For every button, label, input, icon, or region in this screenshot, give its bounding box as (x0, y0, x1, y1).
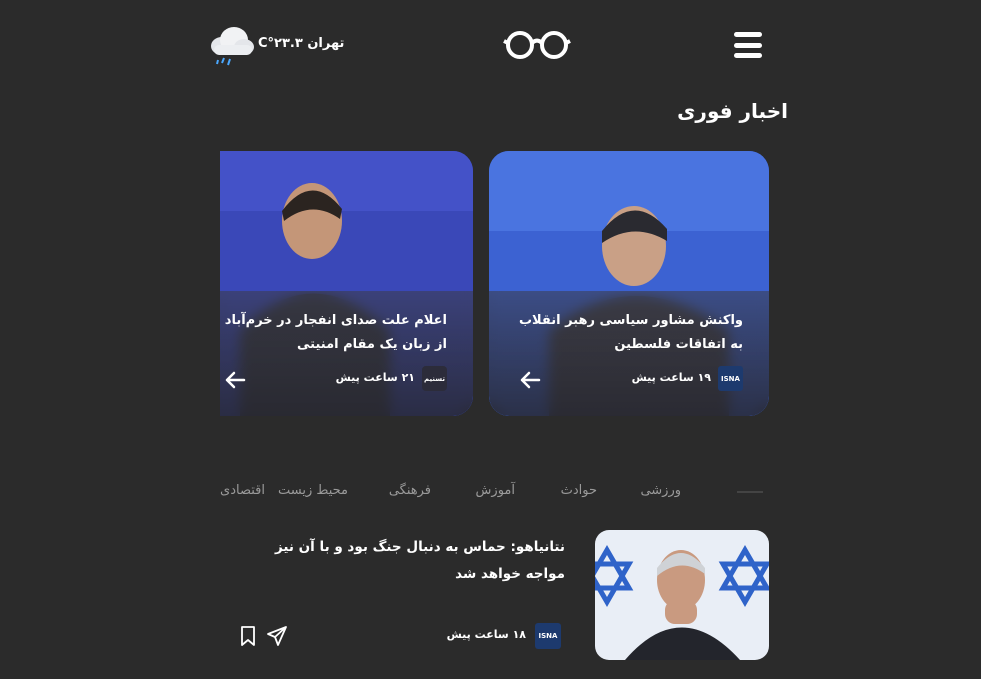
news-item[interactable]: نتانیاهو: حماس به دنبال جنگ بود و با آن … (220, 530, 769, 660)
category-tabs: ورزشی حوادث آموزش فرهنگی محیط زیست اقتصا… (0, 483, 981, 503)
breaking-news-title: اخبار فوری (677, 99, 788, 123)
news-time: ۱۸ ساعت پیش (446, 628, 526, 641)
bookmark-icon[interactable] (238, 625, 258, 647)
tab-culture[interactable]: فرهنگی (389, 483, 431, 498)
card-time: ۱۹ ساعت پیش (631, 371, 711, 384)
weather-text: تهران ۲۳.۳°C (258, 36, 345, 51)
tab-sports[interactable]: ورزشی (640, 483, 681, 498)
cloud-rain-icon (211, 27, 254, 66)
tab-environment[interactable]: محیط زیست (278, 483, 348, 498)
news-thumbnail[interactable] (595, 530, 769, 660)
card-title[interactable]: واکنش مشاور سیاسی رهبر انقلاب به اتفاقات… (513, 309, 743, 357)
news-title[interactable]: نتانیاهو: حماس به دنبال جنگ بود و با آن … (245, 534, 565, 588)
source-logo: ISNA (718, 366, 743, 391)
header: تهران ۲۳.۳°C (0, 0, 981, 90)
card-time: ۲۱ ساعت پیش (335, 371, 415, 384)
weather-widget: تهران ۲۳.۳°C (208, 24, 344, 68)
breaking-card[interactable]: اعلام علت صدای انفجار در خرم‌آباد از زبا… (220, 151, 473, 416)
send-icon[interactable] (266, 625, 288, 647)
source-logo: ISNA (535, 623, 561, 649)
hamburger-menu-icon[interactable] (733, 30, 763, 60)
arrow-left-icon[interactable] (224, 369, 246, 391)
arrow-left-icon[interactable] (519, 369, 541, 391)
breaking-card[interactable]: واکنش مشاور سیاسی رهبر انقلاب به اتفاقات… (489, 151, 769, 416)
tab-incidents[interactable]: حوادث (561, 483, 597, 498)
source-logo: تسنیم (422, 366, 447, 391)
tab-education[interactable]: آموزش (476, 483, 515, 498)
card-title[interactable]: اعلام علت صدای انفجار در خرم‌آباد از زبا… (222, 309, 447, 357)
tab-economy[interactable]: اقتصادی (220, 483, 265, 498)
glasses-logo-icon[interactable] (503, 28, 571, 62)
